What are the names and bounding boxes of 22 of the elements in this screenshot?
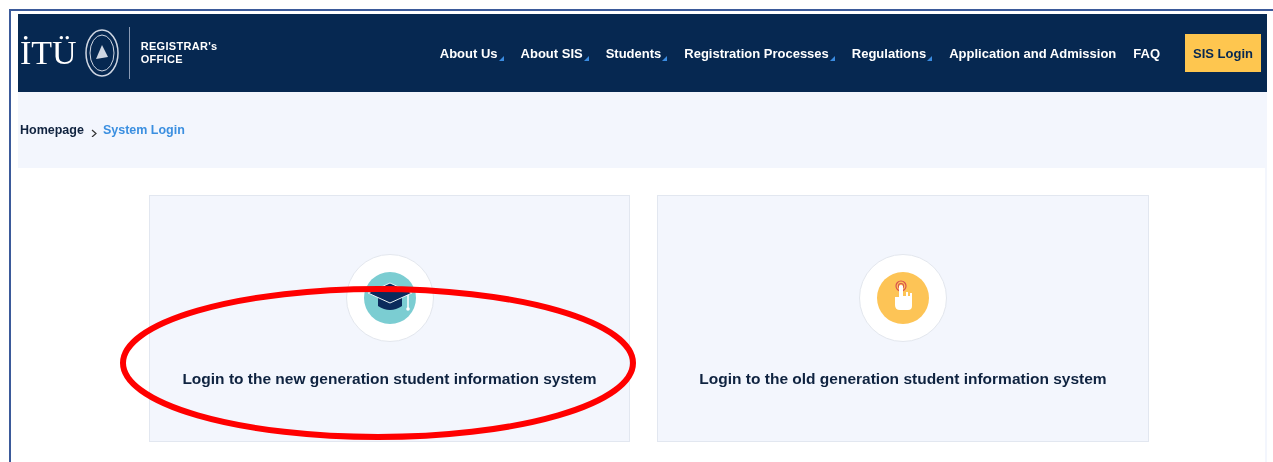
nav-link[interactable]: Regulations (851, 45, 933, 61)
seal-icon (83, 27, 120, 79)
caret-icon (662, 55, 668, 61)
chevron-icon (90, 128, 97, 137)
card-label: Login to the new generation student information system (182, 370, 597, 388)
caret-icon (829, 55, 835, 61)
card-label: Login to the old generation student information system (699, 370, 1107, 388)
logo-text[interactable]: İTÜ (20, 36, 77, 70)
nav-link[interactable]: About Us (439, 45, 504, 61)
nav-link[interactable]: Application and Admission (949, 45, 1117, 61)
nav-link[interactable]: About SIS (520, 45, 589, 61)
nav-link[interactable]: Registration Processes (684, 45, 835, 61)
breadcrumb-link[interactable]: Homepage (20, 123, 84, 137)
login-card[interactable]: Login to the new generation student information system (149, 195, 630, 442)
caret-icon (498, 55, 504, 61)
nav-link[interactable]: FAQ (1133, 45, 1161, 61)
office-title: REGISTRAR's OFFICE (140, 40, 218, 66)
login-button[interactable]: SIS Login (1185, 34, 1261, 72)
caret-icon (583, 55, 589, 61)
nav-link[interactable]: Students (605, 45, 668, 61)
caret-icon (927, 55, 933, 61)
login-card[interactable]: Login to the old generation student information system (657, 195, 1149, 442)
